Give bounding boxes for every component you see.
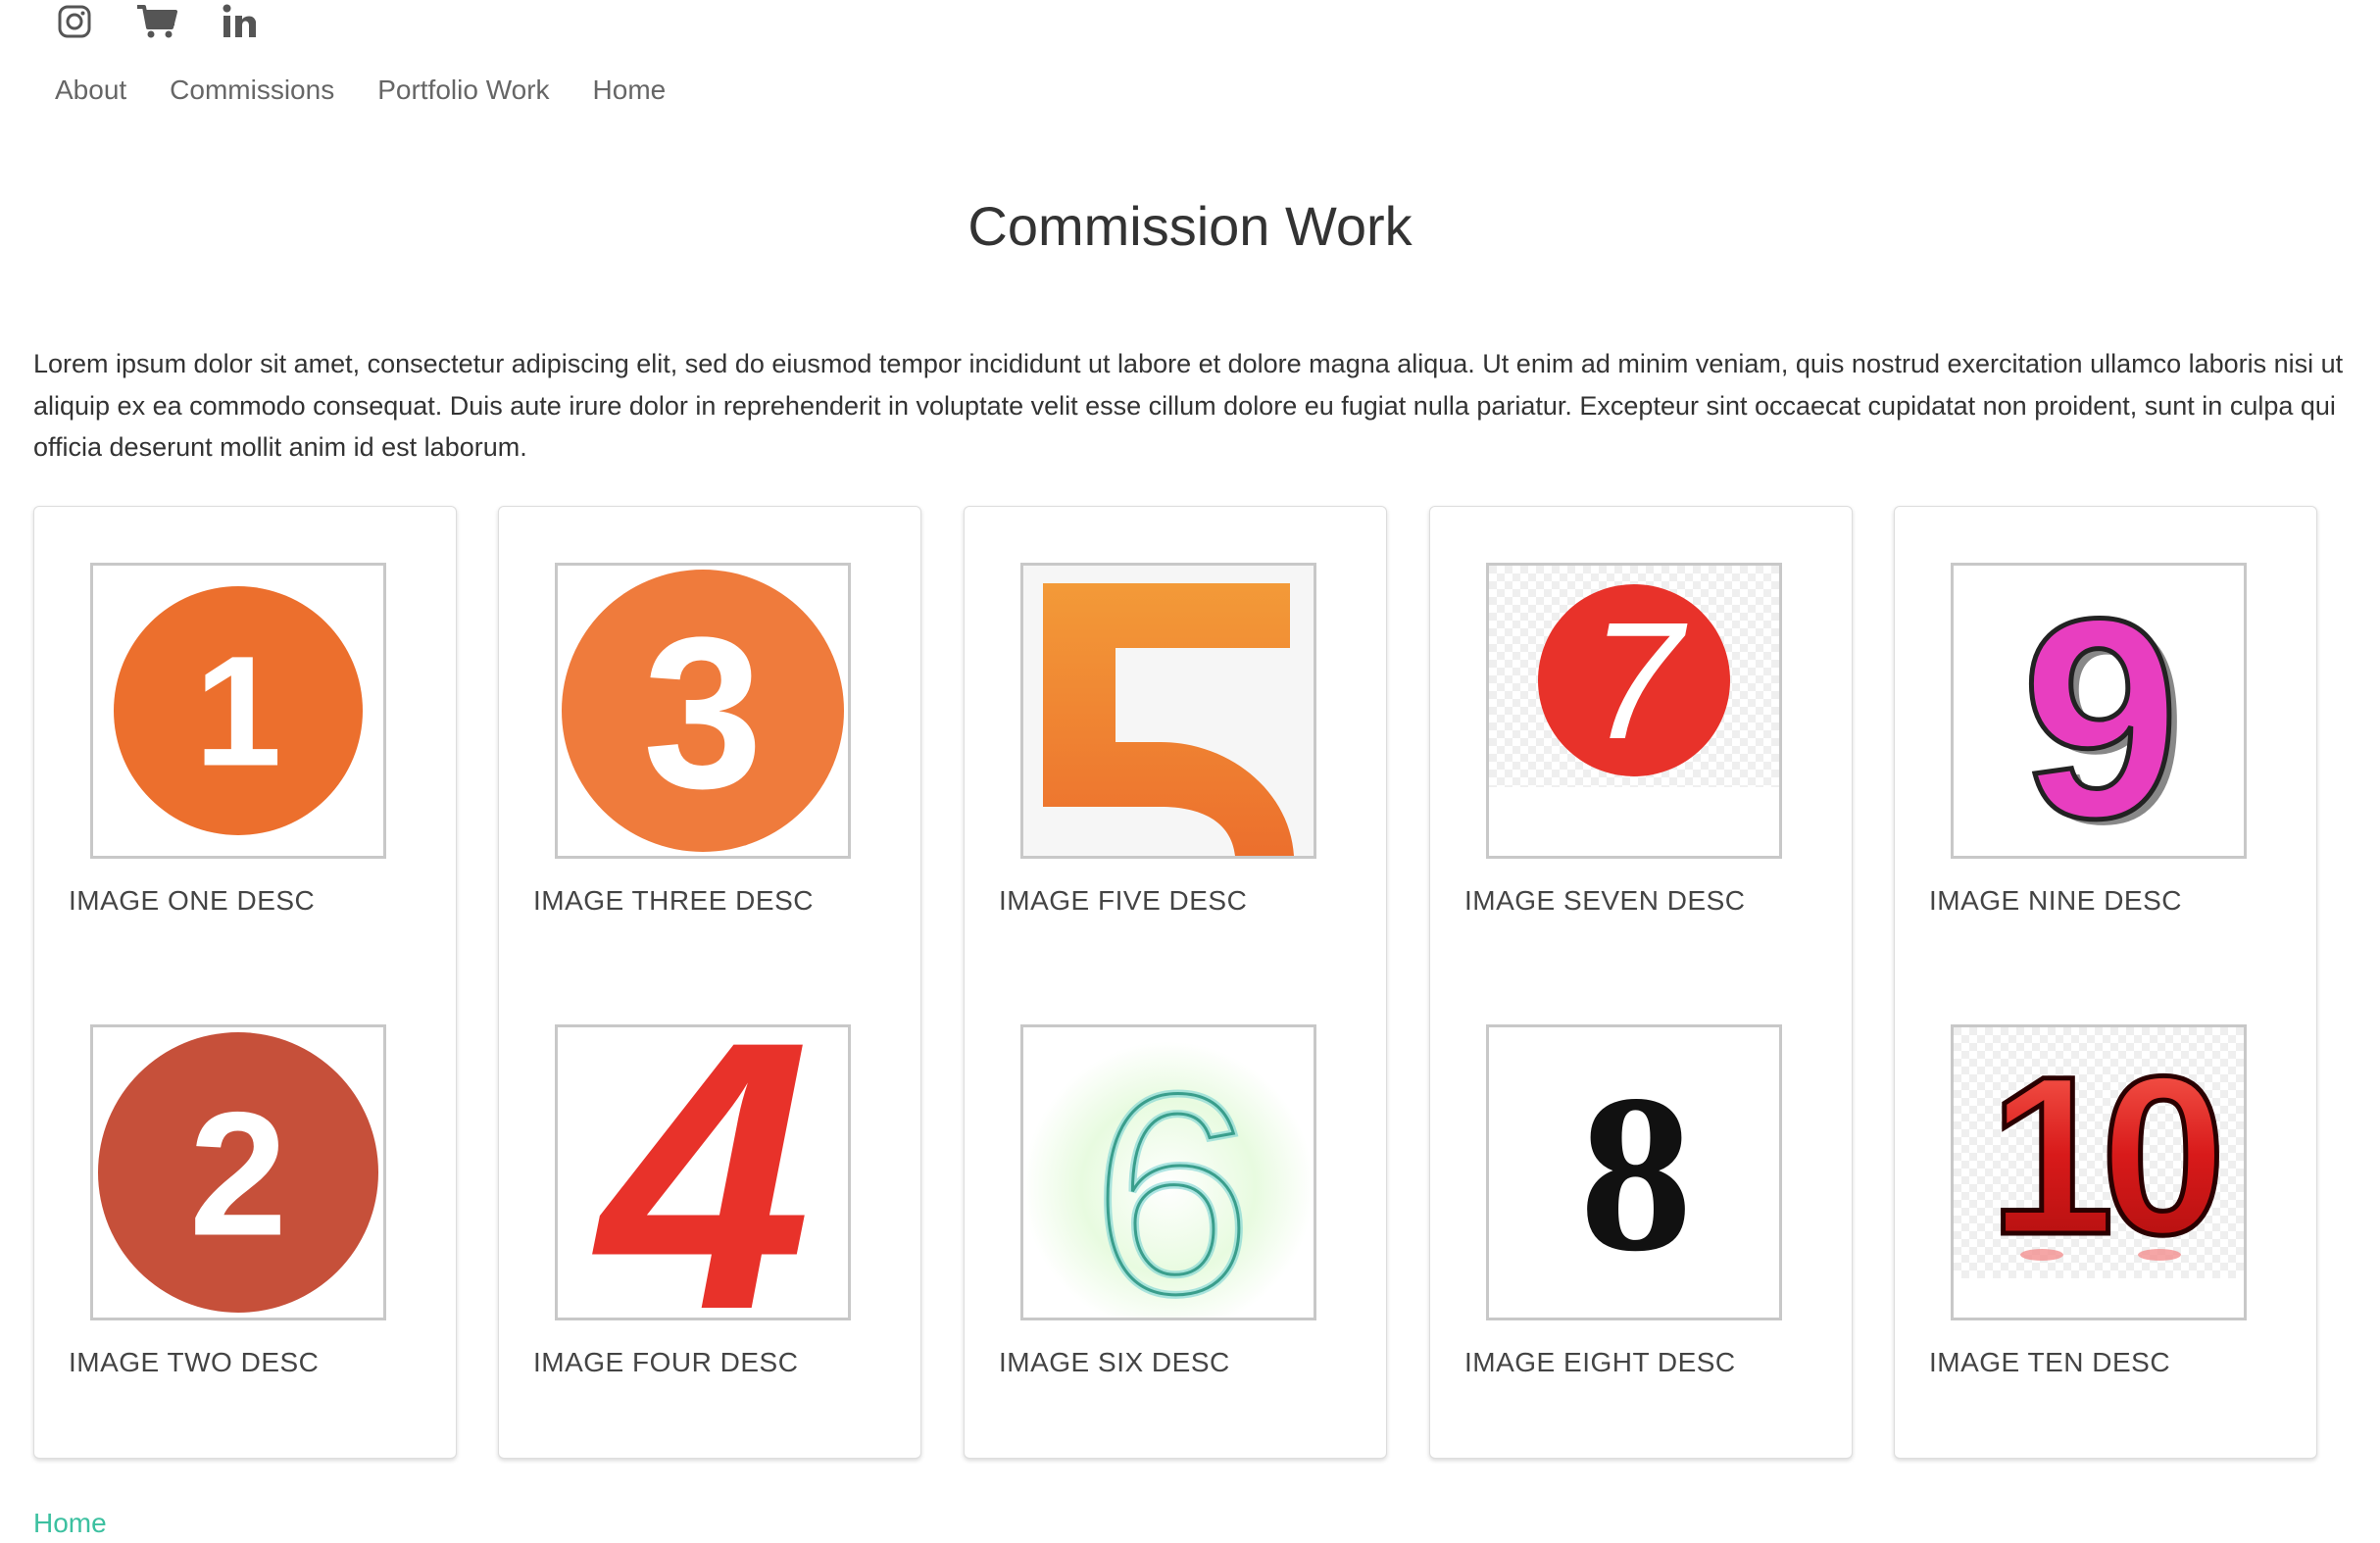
numeral-9: 9	[2021, 566, 2179, 856]
gallery-card: 9 9 IMAGE NINE DESC 10 IMAGE TEN DESC	[1894, 506, 2317, 1459]
social-links	[51, 0, 263, 43]
gallery-card: 5 IMAGE FIVE DESC 6 6 IMAGE SIX DESC	[964, 506, 1387, 1459]
image-one-desc: IMAGE ONE DESC	[69, 885, 316, 916]
main-nav: About Commissions Portfolio Work Home	[55, 71, 666, 110]
nav-item-commissions[interactable]: Commissions	[170, 71, 334, 110]
image-two-thumbnail[interactable]: 2	[90, 1024, 386, 1320]
image-eight-desc: IMAGE EIGHT DESC	[1464, 1347, 1736, 1377]
numeral-6: 6	[1093, 1035, 1251, 1318]
gallery-card: 1 IMAGE ONE DESC 2 IMAGE TWO DESC	[33, 506, 457, 1459]
image-four-thumbnail[interactable]: 4	[555, 1024, 851, 1320]
image-six-thumbnail[interactable]: 6 6	[1020, 1024, 1316, 1320]
image-nine-thumbnail[interactable]: 9 9	[1951, 563, 2247, 859]
nav-item-portfolio-work[interactable]: Portfolio Work	[377, 71, 549, 110]
image-six-desc: IMAGE SIX DESC	[999, 1347, 1230, 1377]
image-five-thumbnail[interactable]: 5	[1020, 563, 1316, 859]
page-title: Commission Work	[967, 195, 1413, 257]
image-five-desc: IMAGE FIVE DESC	[999, 885, 1248, 916]
gallery-card: 7 IMAGE SEVEN DESC 8 IMAGE EIGHT DESC	[1429, 506, 1853, 1459]
intro-paragraph: Lorem ipsum dolor sit amet, consectetur …	[33, 349, 2344, 462]
image-four-desc: IMAGE FOUR DESC	[533, 1347, 799, 1377]
nav-item-home[interactable]: Home	[593, 71, 667, 110]
numeral-8: 8	[1580, 1048, 1693, 1298]
numeral-10: 10	[1989, 1029, 2217, 1281]
image-ten-desc: IMAGE TEN DESC	[1929, 1347, 2171, 1377]
gallery-card: 3 IMAGE THREE DESC 4 IMAGE FOUR DESC	[498, 506, 921, 1459]
image-three-thumbnail[interactable]: 3	[555, 563, 851, 859]
footer-home-link[interactable]: Home	[33, 1504, 107, 1543]
image-one-thumbnail[interactable]: 1	[90, 563, 386, 859]
linkedin-icon[interactable]	[216, 0, 263, 43]
image-nine-desc: IMAGE NINE DESC	[1929, 885, 2182, 916]
image-seven-desc: IMAGE SEVEN DESC	[1464, 885, 1746, 916]
numeral-1: 1	[195, 623, 282, 799]
nav-item-about[interactable]: About	[55, 71, 126, 110]
numeral-2: 2	[189, 1076, 287, 1273]
image-eight-thumbnail[interactable]: 8	[1486, 1024, 1782, 1320]
image-three-desc: IMAGE THREE DESC	[533, 885, 814, 916]
image-two-desc: IMAGE TWO DESC	[69, 1347, 320, 1377]
numeral-3: 3	[643, 592, 763, 833]
instagram-icon[interactable]	[51, 0, 98, 43]
image-ten-thumbnail[interactable]: 10	[1951, 1024, 2247, 1320]
numeral-4: 4	[586, 1027, 811, 1318]
shopping-cart-icon[interactable]	[133, 0, 180, 43]
numeral-7: 7	[1590, 588, 1688, 774]
image-seven-thumbnail[interactable]: 7	[1486, 563, 1782, 859]
